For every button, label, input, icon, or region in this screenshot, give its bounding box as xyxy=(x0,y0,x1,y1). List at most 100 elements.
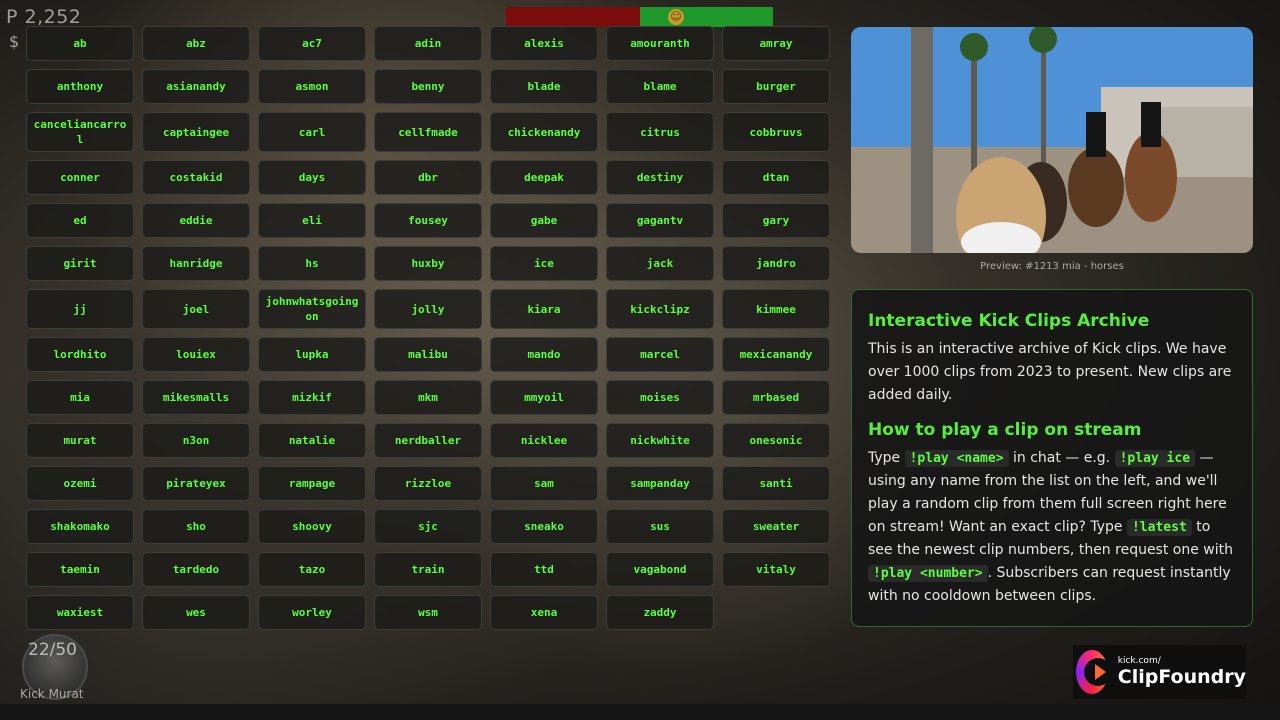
clip-name-button[interactable]: shakomako xyxy=(26,509,134,544)
clip-name-button[interactable]: vitaly xyxy=(722,552,830,587)
clip-name-button[interactable]: mexicanandy xyxy=(722,337,830,372)
clip-name-button[interactable]: xena xyxy=(490,595,598,630)
clip-name-button[interactable]: pirateyex xyxy=(142,466,250,501)
clip-name-button[interactable]: chickenandy xyxy=(490,112,598,152)
clip-name-button[interactable]: shoovy xyxy=(258,509,366,544)
clip-name-button[interactable]: adin xyxy=(374,26,482,61)
clip-name-button[interactable]: louiex xyxy=(142,337,250,372)
clip-name-button[interactable]: jack xyxy=(606,246,714,281)
clip-name-button[interactable]: benny xyxy=(374,69,482,104)
clip-name-button[interactable]: destiny xyxy=(606,160,714,195)
clip-name-button[interactable]: mikesmalls xyxy=(142,380,250,415)
clip-name-button[interactable]: asmon xyxy=(258,69,366,104)
clip-name-button[interactable]: citrus xyxy=(606,112,714,152)
clip-name-button[interactable]: eli xyxy=(258,203,366,238)
clip-name-button[interactable]: vagabond xyxy=(606,552,714,587)
clip-name-button[interactable]: blade xyxy=(490,69,598,104)
clip-name-button[interactable]: huxby xyxy=(374,246,482,281)
clip-name-button[interactable]: sho xyxy=(142,509,250,544)
clip-name-button[interactable]: moises xyxy=(606,380,714,415)
clip-name-button[interactable]: conner xyxy=(26,160,134,195)
clip-name-button[interactable]: nerdballer xyxy=(374,423,482,458)
clip-name-button[interactable]: girit xyxy=(26,246,134,281)
clip-name-button[interactable]: jandro xyxy=(722,246,830,281)
clip-name-button[interactable]: waxiest xyxy=(26,595,134,630)
clip-name-button[interactable]: rampage xyxy=(258,466,366,501)
clip-name-button[interactable]: tazo xyxy=(258,552,366,587)
clip-name-button[interactable]: kickclipz xyxy=(606,289,714,329)
clip-name-button[interactable]: sampanday xyxy=(606,466,714,501)
clip-name-button[interactable]: kiara xyxy=(490,289,598,329)
clip-name-button[interactable]: canceliancarrol xyxy=(26,112,134,152)
clip-name-button[interactable]: eddie xyxy=(142,203,250,238)
clip-name-button[interactable]: johnwhatsgoingon xyxy=(258,289,366,329)
clip-name-button[interactable]: gabe xyxy=(490,203,598,238)
clip-name-button[interactable]: dtan xyxy=(722,160,830,195)
clip-name-button[interactable]: kimmee xyxy=(722,289,830,329)
clip-name-button[interactable]: gagantv xyxy=(606,203,714,238)
clip-name-button[interactable]: captaingee xyxy=(142,112,250,152)
clip-name-button[interactable]: natalie xyxy=(258,423,366,458)
clip-name-button[interactable]: asianandy xyxy=(142,69,250,104)
clip-name-button[interactable]: train xyxy=(374,552,482,587)
clip-name-button[interactable]: amray xyxy=(722,26,830,61)
clip-name-button[interactable]: amouranth xyxy=(606,26,714,61)
clip-name-button[interactable]: joel xyxy=(142,289,250,329)
clip-name-button[interactable]: tardedo xyxy=(142,552,250,587)
clip-name-button[interactable]: costakid xyxy=(142,160,250,195)
clip-name-button[interactable]: nickwhite xyxy=(606,423,714,458)
clip-name-button[interactable]: sneako xyxy=(490,509,598,544)
info-panel: Interactive Kick Clips Archive This is a… xyxy=(851,289,1253,627)
clip-name-button[interactable]: burger xyxy=(722,69,830,104)
clip-name-button[interactable]: sjc xyxy=(374,509,482,544)
clip-name-button[interactable]: cellfmade xyxy=(374,112,482,152)
clip-name-button[interactable]: alexis xyxy=(490,26,598,61)
clip-name-button[interactable]: ttd xyxy=(490,552,598,587)
clip-name-button[interactable]: ice xyxy=(490,246,598,281)
clip-name-button[interactable]: wsm xyxy=(374,595,482,630)
clip-name-button[interactable]: anthony xyxy=(26,69,134,104)
clip-name-button[interactable]: mia xyxy=(26,380,134,415)
clip-name-button[interactable]: worley xyxy=(258,595,366,630)
clip-name-button[interactable]: sweater xyxy=(722,509,830,544)
clip-name-button[interactable]: mkm xyxy=(374,380,482,415)
clip-name-button[interactable]: carl xyxy=(258,112,366,152)
clip-name-button[interactable]: mando xyxy=(490,337,598,372)
clip-name-button[interactable]: mmyoil xyxy=(490,380,598,415)
clip-name-button[interactable]: gary xyxy=(722,203,830,238)
clip-name-button[interactable]: sam xyxy=(490,466,598,501)
clip-name-button[interactable]: ozemi xyxy=(26,466,134,501)
clip-name-button[interactable]: marcel xyxy=(606,337,714,372)
clip-name-button[interactable]: ed xyxy=(26,203,134,238)
clip-name-button[interactable]: nicklee xyxy=(490,423,598,458)
clip-name-button[interactable]: hanridge xyxy=(142,246,250,281)
clip-name-button[interactable]: taemin xyxy=(26,552,134,587)
clip-name-button[interactable]: dbr xyxy=(374,160,482,195)
clip-name-button[interactable]: mrbased xyxy=(722,380,830,415)
clip-preview-video[interactable] xyxy=(851,27,1253,253)
clip-name-button[interactable]: fousey xyxy=(374,203,482,238)
clip-name-button[interactable]: deepak xyxy=(490,160,598,195)
vote-bar: ☺ xyxy=(506,7,773,27)
clip-name-button[interactable]: wes xyxy=(142,595,250,630)
clip-name-button[interactable]: lupka xyxy=(258,337,366,372)
clip-name-button[interactable]: zaddy xyxy=(606,595,714,630)
clip-name-button[interactable]: ac7 xyxy=(258,26,366,61)
clip-name-button[interactable]: ab xyxy=(26,26,134,61)
clip-name-button[interactable]: days xyxy=(258,160,366,195)
clip-name-button[interactable]: n3on xyxy=(142,423,250,458)
clip-name-button[interactable]: sus xyxy=(606,509,714,544)
clip-name-button[interactable]: abz xyxy=(142,26,250,61)
clip-name-button[interactable]: murat xyxy=(26,423,134,458)
clip-name-button[interactable]: blame xyxy=(606,69,714,104)
clip-name-button[interactable]: onesonic xyxy=(722,423,830,458)
clip-name-button[interactable]: rizzloe xyxy=(374,466,482,501)
clip-name-button[interactable]: malibu xyxy=(374,337,482,372)
clip-name-button[interactable]: jj xyxy=(26,289,134,329)
clip-name-button[interactable]: mizkif xyxy=(258,380,366,415)
clip-name-button[interactable]: cobbruvs xyxy=(722,112,830,152)
clip-name-button[interactable]: jolly xyxy=(374,289,482,329)
clip-name-button[interactable]: hs xyxy=(258,246,366,281)
clip-name-button[interactable]: santi xyxy=(722,466,830,501)
clip-name-button[interactable]: lordhito xyxy=(26,337,134,372)
